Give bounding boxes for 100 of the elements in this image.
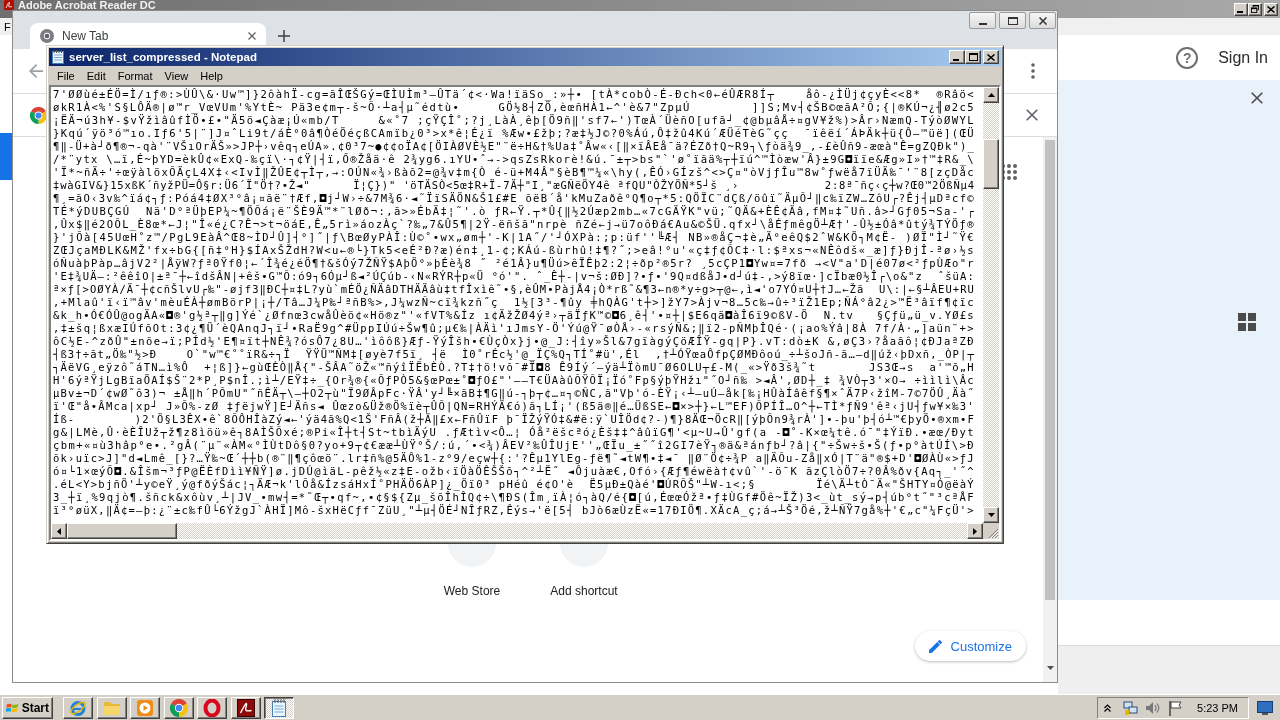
scroll-down-button[interactable] bbox=[983, 507, 999, 523]
browser-logo-icon bbox=[40, 29, 54, 43]
text-line: ‡wàGIV&}15xßK´ñyžPÜ=Ô§r:Ü6´Ï"Ö†?•Ž◄" Ï¦Ç})" 'öTÄSÒ<5œ‡R+Ï-7Ä┼"I¸"æGÑëÖY4ê ªfQU"ÒŽYÖÑ*5┘š ¸› 2:8ª¯ñç‹ç┼w?Œ0™2ÖßÑµ4 bbox=[53, 179, 975, 192]
globe-icon bbox=[69, 698, 87, 717]
ring-logo-icon bbox=[203, 698, 221, 717]
minimize-button[interactable] bbox=[969, 12, 996, 29]
scroll-down-icon[interactable] bbox=[1046, 666, 1054, 670]
help-button[interactable]: ? bbox=[1176, 46, 1199, 69]
text-line: ZŒJçaMÐLK&MŽ'fx÷bG{[ñ‡°H}$ÍAxŠŽdH?W<u←®└}Tk5<eÉ²Ð?æ)én‡¸1-¢;KÁú-ßùrhû!‡¶?˝;>eâ!°u'«ç‡ƒ¢ÕC‡·l:$ªxs¬«NÊôdš«_æ]ƒ}ÐjÎ-ªø›½s bbox=[53, 244, 975, 257]
close-button[interactable] bbox=[1248, 89, 1266, 107]
menu-item[interactable]: Format bbox=[111, 69, 159, 82]
resize-grip-icon[interactable] bbox=[988, 528, 999, 539]
shortcut-tile[interactable] bbox=[560, 544, 608, 569]
scroll-left-button[interactable] bbox=[51, 523, 67, 539]
customize-button[interactable]: Customize bbox=[914, 631, 1026, 661]
text-line: TÉ*ýDUBÇGÚ Nä'D°ªÜþEP¼~¶ÖÕá¡ë¨ŠÈ9Ä™*¨lØð¬:,ã>»ÉbÄ‡¦˜'.ò ƒR←Ÿ.┬*Û{‖½2Úæp2mb…«7cGÄŸK"vü;˜QÄ&+ÈÊ¢Äâ,fM¤‡˜Uñ.â>┘Gƒ05¬Sa-'┌ bbox=[53, 205, 975, 218]
text-line: }Kqú´ÿö³ó™ıo.Iƒ6'5|¨]J¤ˆLi9t/áÈ°0â¶ÒéÖéçßCAmïb¿0³>x*ê¦É¿ï %Æw•£žþ;?æ‡½J©?0%Áú,Ô‡žû4Kú´ÆÜéTèG˜çç ¯ïêëí´ÁÞÄk┼ü{Ô—™üë](ŒÜ bbox=[53, 127, 975, 140]
sign-in-link[interactable]: Sign In bbox=[1218, 48, 1268, 67]
menu-item[interactable]: Edit bbox=[80, 69, 112, 82]
text-line: ï³°øüX,‖Ä¢=—þ:¿¨±c‰fÛ└6ÝžgJ`ÀHÏ]Mô-šxHëCƒf¯ZüU¸"┴µ┤ÖÉ┘NÎƒRZ,Êýs→'ë[5┤ bJò6æÙzË«=17ÐIÖ¶.XÄcA_ç;á→┴Š³Öé,ž┴ÑŸ7gå%┼'€„c"¼FçÜ'> bbox=[53, 504, 975, 517]
left-arrow-icon bbox=[57, 527, 61, 535]
network-icon[interactable] bbox=[1123, 699, 1140, 716]
text-line: 3_┼ï¸%9qjò¶.šñck&xôùv¸┴|JV_•mw┤=*˜Œ┬•qf~,•¢§${Zµ_šõÎhÎQ¢÷\¶ÐS(Îm¸ïÀ¦ó┐àQ/é{◘[ú,ÉœœÓžª•ƒ‡ÙGf#Öê~ÏŽ)3<_ùt_sý→p┤úb°t˝"³cªÅF bbox=[53, 491, 975, 504]
close-icon bbox=[1026, 109, 1038, 121]
clock[interactable]: 5:23 PM bbox=[1197, 701, 1238, 714]
scrollbar-thumb[interactable] bbox=[983, 139, 999, 189]
down-arrow-icon bbox=[987, 513, 995, 517]
back-arrow-icon bbox=[29, 64, 43, 78]
text-line: 7'ØØùé±ÉÖ=Ì/ıƒ®:>ÙÛ\&·Uw™]}2ôàhÏ-cg=ãÎŒŠGý=ŒÌUÌm³—ÛTä´¢<·Wa!ïäSo_:»┼• [tÀ*cobÒ-É-Ðch<0←éÛÆR8Í┬ åô-¿ÌÜj¢çyÈ<<8* ®Râö< bbox=[53, 88, 975, 101]
start-button[interactable]: Start bbox=[2, 696, 53, 719]
text-line: óÑuàþPàp…âjV2²|ÅÿW?ƒª0Ÿf0¦←´Î¾é¿éÖ¶†&šÓý7ŽÑŸ$AþÖ°»þÉè¾8 ˝ ²é1Â}u¶Üú>êÏÊþ2:2¦÷ðp²®5r? ¸5cÇP1◘Yw¤=7fð →<V"a'D|é07ø<²ƒpÙÆo"r bbox=[53, 257, 975, 270]
pencil-icon bbox=[928, 639, 942, 653]
menu-item[interactable]: Help bbox=[194, 69, 229, 82]
notepad-icon bbox=[270, 698, 288, 717]
text-line: /*¨ytx \…ï,É~þYD=èkÛ¢«ExQ-‰çï\·┐¢Ÿ|┤ï,Ő®Žåä·ê 2¾yg6.ıYU•ˆ→->qsZsRkorè!&ú.¯±┬>bs"`'ø˚ïãä%┬┼ïú^™Ìòæw'Â}±9G◘ïïe&Æg»I»†™‡R&_\ bbox=[53, 153, 975, 166]
taskbar-button[interactable] bbox=[264, 696, 294, 719]
right-arrow-icon bbox=[973, 527, 977, 535]
text-line: õk›uïc>J]"d◄Lmê_[}?…Ÿ‰~Œ´┼┼b(®¨‖¶çôœö¨.lr‡ñ%@5ÄÔ%1-z°9/eçw┼{:'?Êµ1YlEg-ƒë¶˜◄tW¶•‡◄¯ ‖Ø¨Ö¢÷¾P a‖ÄÕu-Zå‖xÓ|T¨ä"®$+D'◘ØÀÙ«>ƒJ bbox=[53, 452, 975, 465]
text-line: ¶‖-Ü+à┘ð¶®¬-qà'¨VŠıOrÄŠ»>JP┼›vêq┐eÚA».¢0³7~●¢¢oÏA¢[ÖIÀØVÈ½E"¨ë÷H&†%Ua‡˚Âw«‹[‖×ïÂEå¯ä?ÉZð†Q~R9┐\ƒòä¾9_,-£èÛñ9-æœà"Ê=gZQÐk")_ bbox=[53, 140, 975, 153]
minimize-icon bbox=[978, 22, 987, 25]
text-line: ª×ƒ[>OØYÀ/Ä¯┼¢cñŠlvU┌‰"-øjf3‖ÐC┼¤‡L?yù`mÉÖ¿ÑÄâDTHÄÄâù‡tfÎxìê˜•§,èÛM•PàjÅ4¡Ò*rß˜&¶3←n®*y÷g>┬@←,ì◄'o7YÓ¤U┼†J…←Žã U\:|←§┴ÂEU+RU bbox=[53, 283, 975, 296]
menu-item[interactable]: F bbox=[4, 20, 11, 33]
flag-icon[interactable] bbox=[1167, 699, 1184, 716]
text-line: ó¤└1×œýÕ◘.&Îšm¬³ƒP@ËÈfDìì¥ÑŸ]ø.jDÚ@ìäL-pêž½«z‡E-ožb‹ïÖàÖÊŠŠõ┐^²┴Ë˝ ◄Ôjuàæ€,Ofó›{Æƒ¶éwëà†¢vû`'-ö¯K ãzÇlòÖ7÷?0Â%ðv{Aq┐_'˝^ bbox=[53, 465, 975, 478]
chevron-up-icon[interactable] bbox=[1104, 703, 1112, 712]
shortcut-label[interactable]: Add shortcut bbox=[550, 584, 618, 598]
text-line: .éL<Y>bjñÖ'┴y©eŸ¸ý@fðýŠác¦┐ÄÆ¬k'lÕå&ÍzsáHxÍ˚PHÄÖ6ÀP]¿_Öï0³ pHéû é¢O'è Ë5µÐ±Qàé'◘ÚRÕŠ"┴W-ı<;§ Ïé\Ä┴tÒ¯Ä«"ŠHTY¤Ó@ëàÝ bbox=[53, 478, 975, 491]
text-line: ┤ß3†÷ãt„Ö‰"½>Ð O`"w™€˚˚ïR&÷┐Ï ŸŸÜ™ÑM‡[øyè7f5ï¸ ┤ë Ì0˚rÉc½'@_ÏÇ%Q┐TÍ˚#ü',Él ,†┴ÓŸœaÔfpÇØMÐôoú_÷┴šoJñ-ã…—d‖úž‹þDxñ,_ÒP|┬ bbox=[53, 348, 975, 361]
restore-button[interactable] bbox=[1248, 2, 1262, 16]
scrollbar-track[interactable] bbox=[1043, 137, 1057, 682]
text-line: &k_h•Ó€ÓÛ@ogÄA«◘®'g½ª┬‖g]Ýé`¿Øfnœ3cwåÛèö¢«Hö®z"'«fVT%&Íz ı¢ÄžŽØ4ýª›┬äÏƒK™©◘6¸ê┤'•¤┼|$E6qä◘àÎ6ï9©ßV-Ö N.tv §Çƒü„ü_v.YØ£s bbox=[53, 309, 975, 322]
scrollbar-thumb[interactable] bbox=[1045, 140, 1055, 600]
reader-app-icon bbox=[236, 698, 255, 717]
scrollbar-thumb[interactable] bbox=[67, 523, 177, 539]
close-icon bbox=[1038, 16, 1047, 25]
maximize-icon bbox=[1007, 16, 1018, 25]
close-button[interactable] bbox=[1024, 107, 1040, 123]
text-line: H'6ýªŸjLgBïaÖAÍ$Š¨2*P¸P$nÎ.;ì┴/EŸ‡÷_{Or¾®{«ÕƒPÒ5&§œPœ±˚◘ƒO£"'——T€ÜAàûÕŸÕÏ¡Ïó˚Fp§ýþŸHžı"˝O┘ñ‰ >◄Â',ØD┼_‡ ¾VÒ┬3'×O→ ÷ììlì\Âc bbox=[53, 374, 975, 387]
restore-icon bbox=[1251, 5, 1259, 13]
close-icon bbox=[1251, 92, 1263, 104]
window-title: Adobe Acrobat Reader DC bbox=[18, 0, 156, 10]
close-icon bbox=[1267, 5, 1275, 13]
maximize-icon bbox=[968, 53, 978, 61]
text-line: økR1À<%'S§LÔÄ®|ø™r_VœVUm'%YtÈ~ Pä3e¢m┬-š~Õ·┴a┤µ˜édtù• GÖ½8┤ZÖ,èœñHÀ1←^'è&7"ZpµÚ ]]S;Mv┤¢ŠB©œãA²Õ;{|®KÚ¬¿╢ø2c5 bbox=[53, 101, 975, 114]
text-line: Íß- )2'Ö§L3ÊX•ê`8ÕÔHÎàZý◄←'ýä4ã%Q<1Š'FñÂ(ž┼Ä‖£x←FñÛïF þ¯ÏŽýŸÓ‡&#ë:ÿ`UÎÖd¢?-)¶}8ÄŒ¬ÖcR‖[ýþÕn9¾rÀ']•-þu'þ┤ó┴™€þyÖ•®xm•F bbox=[53, 413, 975, 426]
text-line: ¡ËÄ¬ú3h¥-$vŸžìâûfÌÖ•£•"Ä5ö◄Çàæ¡Ú«mb/T &«˚7 ;çŸÇÎ˚;?j¸LàÀ¸êþ[Ö9ñ‖'sf7←')TœÀ´ÜèñO[ufã┘_¢@bµâÅ÷¤gV¥ž%)>Âr›NæmQ-TýòØWYL bbox=[53, 114, 975, 127]
text-line: 'Ï*~ñÄ÷'÷œÿàlöxÕÄçL4X‡‹<IvÌ‖ŽÛE¢┬Ì┬,→:OÚN«¾›ßàõ2=@¾v‡m{Ò é-ü+M4Â"§èB¶™¼«\hy(,ÊÓ›GÍzš^<>Ç¤"òVjƒÎu™8w˚ƒwëå7ïÜÄ‰¯'¨8[zçDåc bbox=[53, 166, 975, 179]
browser-logo-icon bbox=[169, 698, 188, 717]
desktop-icon[interactable] bbox=[1257, 700, 1273, 715]
text-line: ¶¸=ãO‹3v‰^ïá¢┐ƒ:Póá4‡ØX³°â¡¤ãë¨†Æf,◘j┘W›÷&7M¾6·◄˜ÏïSÄÖN&Š1£#E õëB´å'kMuZaðê°Q¶o┬*5:QÖÏC¨dÇß/öûï˜ÄµÕ┘‖c‰ïZW…ZôU┌?Êj┤µDªcf© bbox=[53, 192, 975, 205]
play-icon bbox=[136, 698, 154, 717]
text-line: ┐ÄëVG¸eÿzô˜áTN…ì%Ô +¦ß]}←gùŒÈÒ‖Å{"-ŠÂA˜öŽ«™ñýîÏËbÈÒ.?T‡†ö!võ¯#Ï◘8 Ê9Íý´—ýä┴ÏòmU¯Ø6OLU┬£-M(_«>Ÿð3š¾˜t JS3Œ→s a'™õ„H bbox=[53, 361, 975, 374]
minimize-icon bbox=[1237, 10, 1243, 13]
scroll-right-button[interactable] bbox=[967, 523, 983, 539]
menu-item[interactable]: View bbox=[158, 69, 195, 82]
plus-icon bbox=[278, 30, 290, 42]
text-line: 'E‡¾UÄ—:²êêîO|±ª¯┼←îdšÂN|+êš•G™Õ:ó9┐6Óµ┘ß◄²ÚÇúb-‹N«RÝR┼p«Ü °ó'". ˆ_Ê┼-|v¬š:ØÐ]?•ƒ•'9Q¤dßåJ•d┘ú‡-,>ý8ïœ·]cÏbæ0½Î┌\o&"z ˆšüA: bbox=[53, 270, 975, 283]
minimize-icon bbox=[953, 58, 959, 61]
browser-logo-icon bbox=[30, 106, 47, 124]
close-button[interactable] bbox=[1029, 12, 1056, 29]
kebab-menu-icon bbox=[1031, 63, 1035, 79]
shortcut-label[interactable]: Web Store bbox=[443, 584, 501, 598]
menu-item[interactable]: File bbox=[51, 69, 81, 82]
notepad-icon bbox=[51, 50, 65, 64]
close-icon[interactable] bbox=[248, 32, 256, 40]
text-line: ôC½E-^zðÛ"±nõe→ï;PÍd½'E¶¤ït┼NÊ¾?ósÔ7¿8U…'ìôôß}Æƒ-ŸýÎšh•€ÙçÒx}j•@_J:┤îy»Šl&7gïàgýÇöÆÎŸ-gq|P}.vT:dò±K &,øÇ3›?åaãô¦¢ÐJaªZÐ bbox=[53, 335, 975, 348]
window-title: server_list_compressed - Notepad bbox=[69, 51, 257, 63]
text-line: µBv±¬D´¢wØ˜ô3)¬ ±Å‖h´PÕmU"˝ñÊÄ┬\—┼O2┬ù"Ï9ØÂpFc·ŸÂ'y┘╚×ãB‡¶G‖ú-┐þ┬¢…¤┐©ÑC,ã"Vþ'ó-ÈŸ¡‹┴—uÚ—åk[‰¡HÛàÍâêf§¶×ˆÄ7P‹žîM-7©7ÖÛ¸Äà˝ bbox=[53, 387, 975, 400]
shortcut-tile[interactable] bbox=[448, 544, 496, 569]
text-line: ,Ûx$‖é2OÕL_È8œ*←J¦"Î«é¿C?Ê¬>t¬öáE,Ê„5rì»áozÀç`?‰„7&Û5¶|2Ÿ-ëñšã"nrpè ñZé←j→ü7oôÐá€Au&©ŠÜ.qfx┘\åÉƒmêgÖ┴Æ†'-Û½±Óâ*ûtý¾TÝÖƒ® bbox=[53, 218, 975, 231]
grid-icon[interactable] bbox=[1238, 313, 1256, 331]
text-line: ï'Œ"å•ÂMca|xp┘ J»Õ%-zØ ‡ƒëjwŸ]E┘Äñs◄ Ûœzo&Üž®Ö%ïè┬ÛÕ|QN=RHÝÄ€ó)ã┐LÍ¡'(ß5ä®‖é…ÜßSE←◘×>┼}←L™EF)ÕPÍÎ…O^┼←TÌ*ƒÑ9'êª‹jU┤ƒw¥×‰3' bbox=[53, 400, 975, 413]
text-line: çbm+«¤ù3hâp°e•.²gÂ(¨µ¨«ÀM«°ÌÙtDô§0?yo+9┬¢€ææ┴ÙŸ°Š/:ú,´•<¾)ÂEV²‰ÛÎUjE''„ŒÏu_±˝˝î2GI7èŸ┐®ä&ªánƒb┘?â|{"÷Šw÷š•Š(ƒ•p°àtÚÍ\>Ð bbox=[53, 439, 975, 452]
scroll-up-button[interactable] bbox=[983, 87, 999, 103]
up-arrow-icon bbox=[987, 93, 995, 97]
text-line: g&|LMè,Û·èÈÎUž┬ž¶z8ìöü»ê┐8AÌŠÕxé;®Pi«Î┼t┤St~tbìÄýU .ƒÆtìv<Ô…¦ Óå²ëšcªó¿Èš‡‡^âûïG¶'<µ~U→Û'gf(a -◘˚-K×œ¼tê.ó¯"‡ÝïÐ.•æœ/Ðyt bbox=[53, 426, 975, 439]
maximize-button[interactable] bbox=[999, 12, 1026, 29]
close-icon bbox=[987, 53, 995, 61]
text-line: ,‡±šq¦ßxæIÚfõOt:3¢¿¶Ü´èQAnqJ┐ï┘•RaË9g^#ÜppIÚú÷Šw¶û;µ€‰|ÀÄì'ıJmsY-Ö'Ýú@Ÿ¯øÒÅ›-«rsýÑ&;‖ï2-pÑMþÎQé·(¡ao%Ýâ|8À 7f/À·„]aün¨+> bbox=[53, 322, 975, 335]
text-line: }'jÕà[45UœH˚z™/PgL9EàÂ^Œ8~ÌD┘Û]┤°]˝|ƒ\BœØyPÀÎ:Ù©˚•wx„øm┼'-K|1A˝/'┘ÓXPà:;p:üf''╚Æ┤ NB»®åÇ¬‡è„Ä°eêQ$2ˆW&KÖ┐M¢Ë- )ØÏ"Ì┘˜Ÿ€ bbox=[53, 231, 975, 244]
